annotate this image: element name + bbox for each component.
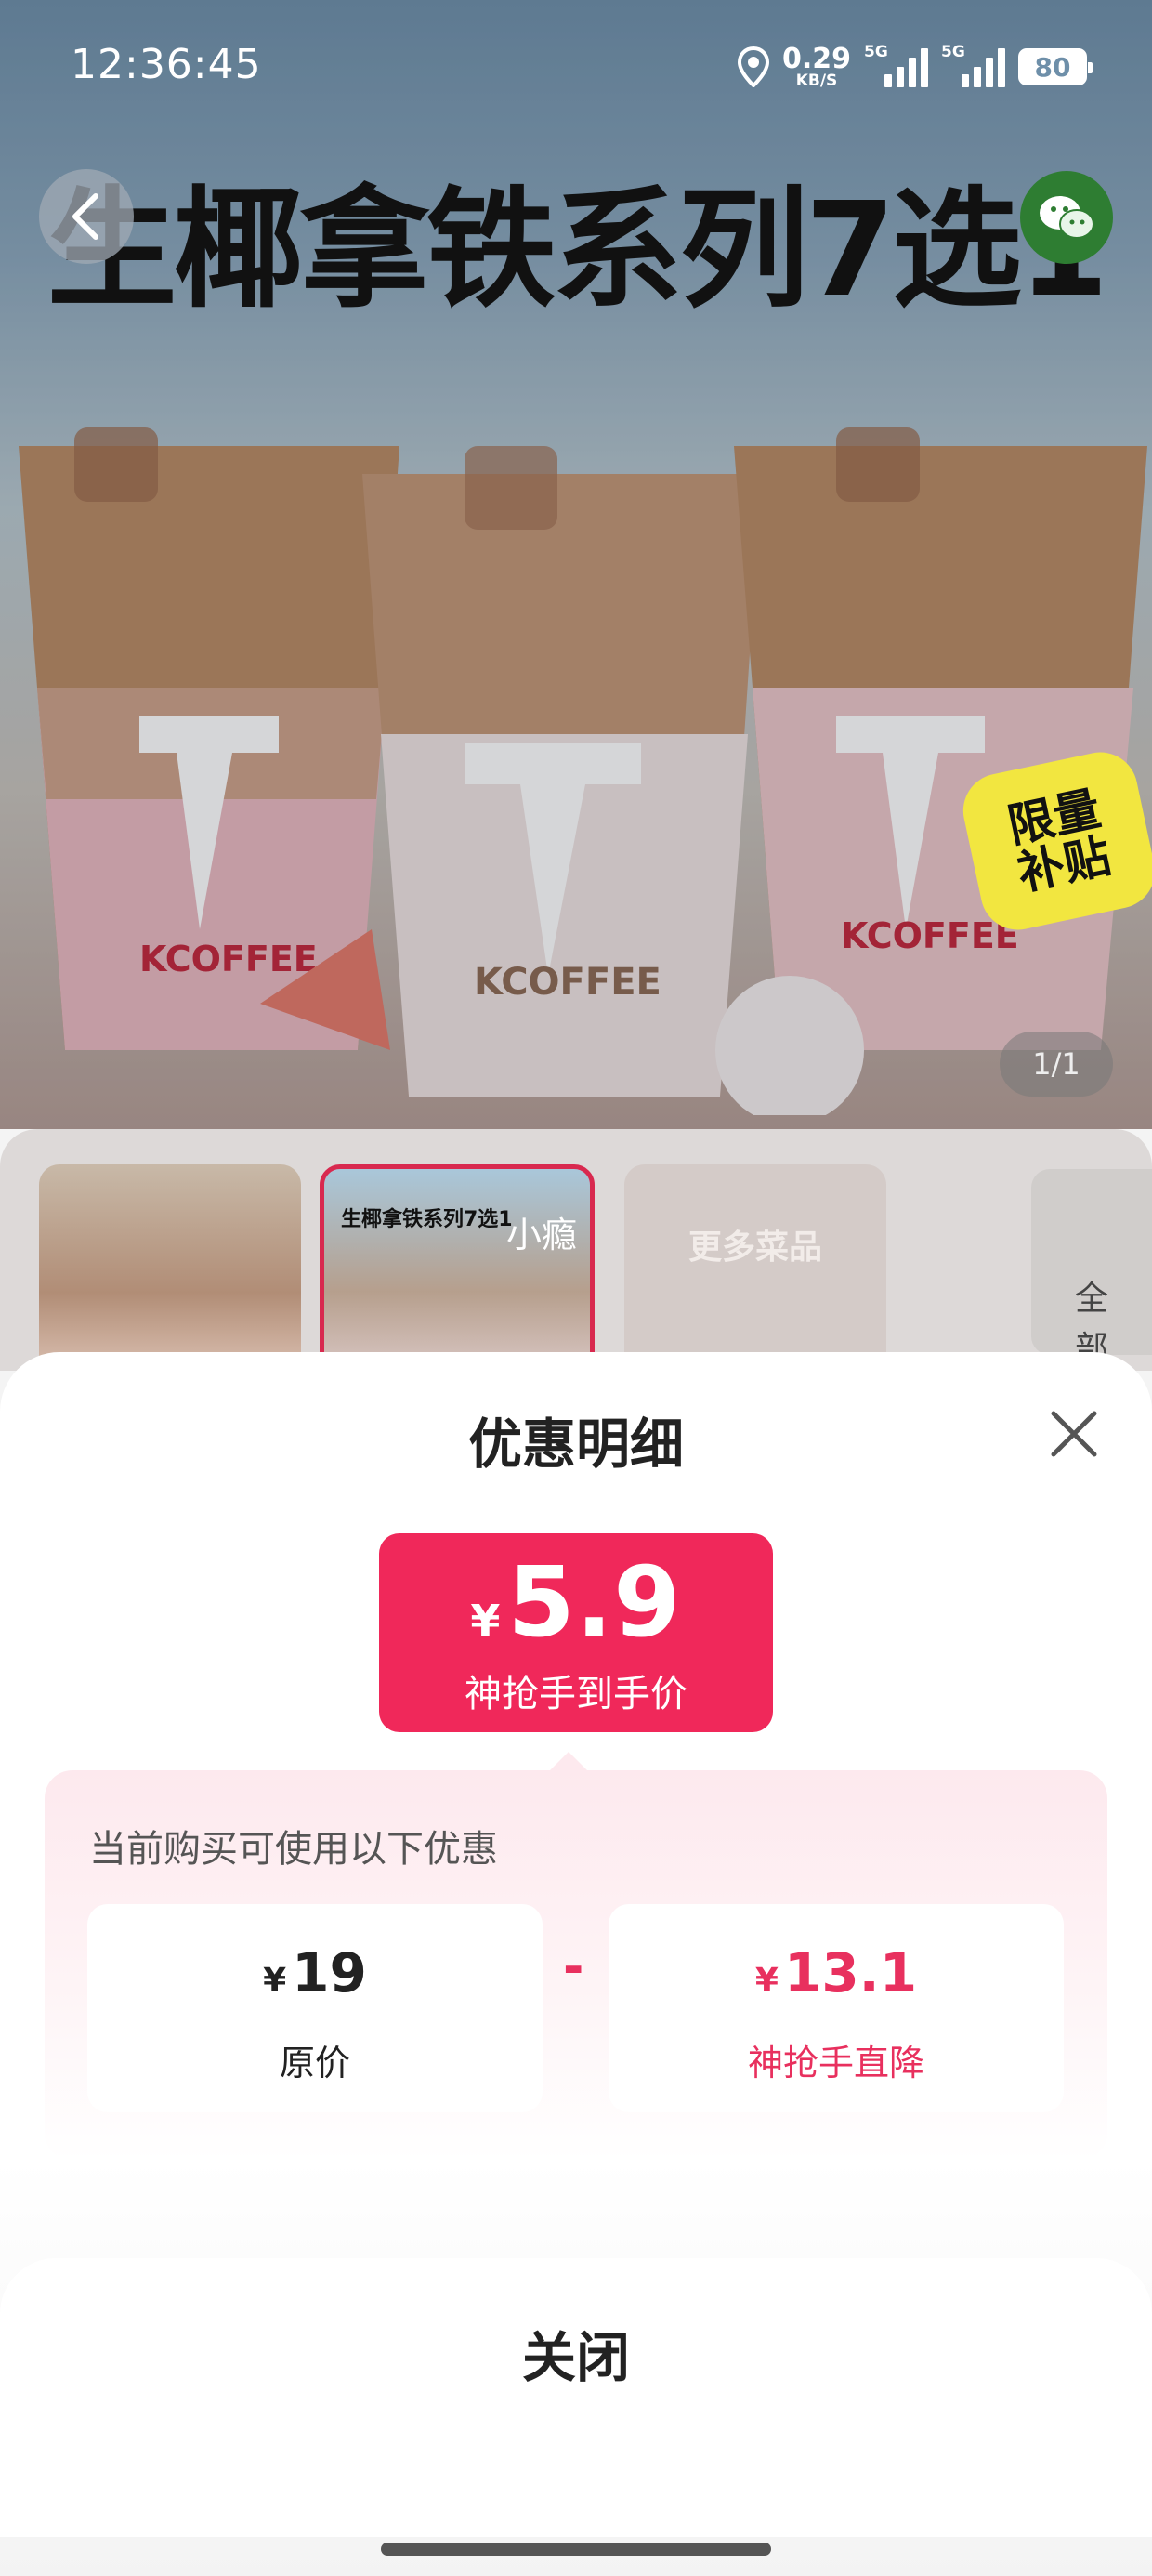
thumbnail-title: 生椰拿铁系列7选1: [341, 1208, 513, 1231]
more-dishes-label: 更多菜品: [687, 1229, 822, 1267]
status-bar: 12:36:45 0.29 KB/S 5G 5G 80: [0, 0, 1152, 139]
final-price-value: 5.9: [507, 1545, 682, 1659]
more-dishes-thumbnail[interactable]: 更多菜品: [624, 1164, 886, 1378]
discount-caption: 当前购买可使用以下优惠: [89, 1828, 498, 1871]
final-price-currency: ¥: [470, 1596, 501, 1646]
battery-icon: 80: [1018, 48, 1093, 85]
chevron-left-icon: [72, 193, 98, 240]
image-page-indicator: 1/1: [1000, 1032, 1113, 1097]
back-button[interactable]: [39, 169, 134, 264]
thumbnail-tag: 小瘾: [506, 1215, 578, 1255]
original-price-value: 19: [292, 1941, 367, 2004]
status-time: 12:36:45: [71, 41, 262, 88]
home-indicator[interactable]: [381, 2543, 771, 2556]
view-all-tab[interactable]: 全 部: [1031, 1169, 1152, 1368]
original-price-label: 原价: [279, 2043, 350, 2083]
final-price-box: ¥ 5.9 神抢手到手价: [379, 1533, 773, 1732]
discount-currency: ¥: [754, 1962, 779, 2000]
discount-breakdown-panel: 当前购买可使用以下优惠 ¥ 19 原价 - ¥ 13.1 神抢手直降: [45, 1770, 1107, 2161]
thumbnail-item[interactable]: [39, 1164, 301, 1378]
wechat-icon: [1040, 196, 1094, 239]
close-icon[interactable]: [1048, 1408, 1100, 1460]
discount-label: 神抢手直降: [747, 2043, 924, 2083]
original-price-card: ¥ 19 原价: [87, 1904, 543, 2112]
location-pin-icon: [737, 46, 769, 87]
discount-card: ¥ 13.1 神抢手直降: [609, 1904, 1064, 2112]
discount-value: 13.1: [783, 1941, 918, 2004]
minus-operator: -: [563, 1938, 584, 1996]
original-price-currency: ¥: [263, 1962, 287, 2000]
network-speed: 0.29 KB/S: [781, 42, 851, 90]
discount-detail-sheet: 优惠明细 ¥ 5.9 神抢手到手价 当前购买可使用以下优惠 ¥ 19 原价 - …: [0, 1352, 1152, 2576]
signal-strength-icon: 5G: [941, 43, 1005, 87]
wechat-share-button[interactable]: [1020, 171, 1113, 264]
sheet-title: 优惠明细: [467, 1413, 684, 1476]
product-hero-image: KCOFFEE KCOFFEE KCOFFEE 生椰拿铁系列7选1 限量 补贴 …: [0, 0, 1152, 1129]
final-price-label: 神抢手到手价: [465, 1673, 687, 1715]
thumbnail-item-selected[interactable]: 生椰拿铁系列7选1 小瘾: [320, 1164, 595, 1378]
close-button[interactable]: 关闭: [0, 2258, 1152, 2537]
promo-title: 生椰拿铁系列7选1: [46, 175, 1109, 326]
signal-strength-icon: 5G: [864, 43, 928, 87]
thumbnail-strip: 生椰拿铁系列7选1 小瘾 更多菜品: [0, 1129, 1152, 1378]
